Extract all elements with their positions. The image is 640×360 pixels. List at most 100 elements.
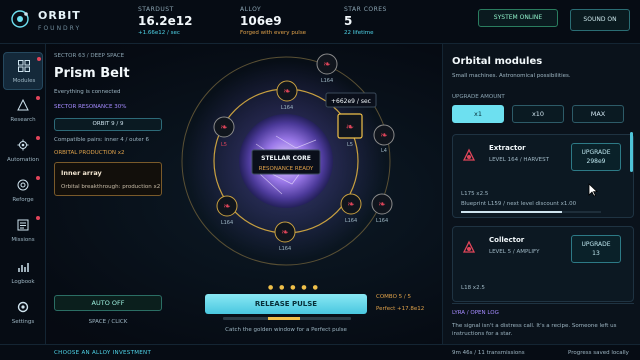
sector-title: Prism Belt (54, 66, 130, 81)
stat-value: 16.2e12 (138, 14, 193, 28)
triangle-icon (17, 99, 29, 111)
node-label: L164 (321, 78, 333, 84)
footer-bar: CHOOSE AN ALLOY INVESTMENT 9m 46s / 11 t… (0, 344, 640, 360)
save-status: Progress saved locally (568, 350, 629, 356)
node-label: L164 (221, 220, 233, 226)
combo-counter: COMBO 5 / 5 (376, 294, 412, 300)
nav-item-settings[interactable]: Settings (3, 294, 43, 332)
node-label: L5 (347, 142, 353, 148)
module-icon: ❧ (346, 122, 354, 133)
upgrade-cost: 13 (592, 250, 600, 257)
release-pulse-button[interactable]: RELEASE PULSE (205, 294, 367, 314)
sector-status: Everything is connected (54, 89, 121, 95)
node-label: L164 (279, 246, 291, 252)
module-icon: ❧ (283, 87, 291, 97)
pulse-hint: Catch the golden window for a Perfect pu… (225, 327, 347, 333)
nav-item-research[interactable]: Research (3, 92, 43, 130)
stat-alloy: ALLOY 106e9 Forged with every pulse (240, 6, 306, 36)
system-status-badge: SYSTEM ONLINE (478, 9, 558, 27)
brand-name: ORBIT (38, 9, 81, 22)
sector-resonance: SECTOR RESONANCE 30% (54, 104, 127, 110)
stat-star-cores: STAR CORES 5 22 lifetime (344, 6, 387, 36)
node-label: L164 (281, 105, 293, 111)
nav-label: Automation (6, 157, 40, 163)
settings-icon (17, 301, 29, 313)
nav-label: Research (10, 117, 36, 123)
node-label: L164 (345, 218, 357, 224)
sidebar-nav: Modules Research Automation Reforge Miss… (0, 44, 46, 344)
inner-array-text: Orbital breakthrough: production x2 (61, 184, 161, 190)
module-icon: ❧ (347, 200, 355, 210)
module-detail: L175 x2.5 (461, 191, 489, 197)
stat-label: ALLOY (240, 6, 262, 13)
perfect-bonus: Perfect +17.8e12 (376, 306, 425, 312)
extractor-icon (462, 148, 476, 161)
core-title: STELLAR CORE (261, 155, 311, 162)
amount-x1-button[interactable]: x1 (452, 105, 504, 123)
stat-sub: +1.66e12 / sec (138, 30, 180, 36)
node-label: L164 (376, 218, 388, 224)
module-name: Extractor (489, 144, 526, 152)
upgrade-cost: 298e9 (586, 158, 606, 165)
reforge-icon (17, 179, 29, 191)
nav-label: Settings (11, 319, 35, 325)
mouse-cursor-icon (588, 183, 598, 197)
orbit-node[interactable]: ❧ L164 (371, 193, 393, 224)
module-progress-fill (461, 211, 562, 213)
nav-label: Modules (12, 78, 36, 84)
module-icon: ❧ (323, 60, 331, 70)
session-time: 9m 46s / 11 transmissions (452, 350, 525, 356)
alloy-investment-link[interactable]: CHOOSE AN ALLOY INVESTMENT (54, 350, 151, 356)
rate-popup-text: +662e9 / sec (331, 98, 371, 105)
upgrade-label: UPGRADE (581, 149, 611, 156)
nav-item-modules[interactable]: Modules (3, 52, 43, 90)
upgrade-button[interactable]: UPGRADE 13 (571, 235, 621, 263)
stat-sub: Forged with every pulse (240, 30, 307, 36)
alert-dot (36, 216, 40, 220)
panel-scrollbar[interactable] (630, 132, 633, 172)
auto-toggle-button[interactable]: AUTO OFF (54, 295, 162, 311)
sector-view: STELLAR CORE RESONANCE READY ❧ L164 ❧ L1… (46, 44, 442, 344)
lyra-log: LYRA / OPEN LOG The signal isn't a distr… (452, 303, 634, 338)
compat-pairs: Compatible pairs: inner 4 / outer 6 (54, 137, 150, 143)
amount-max-button[interactable]: MAX (572, 105, 624, 123)
top-bar: ORBIT FOUNDRY STARDUST 16.2e12 +1.66e12 … (0, 0, 640, 44)
node-label: L5 (221, 142, 227, 148)
orbit-count-pill: ORBIT 9 / 9 (54, 118, 162, 131)
timing-bar (223, 317, 351, 320)
sound-toggle-button[interactable]: SOUND ON (570, 9, 630, 31)
node-label: L4 (381, 148, 387, 154)
stat-value: 5 (344, 14, 353, 28)
chart-icon (18, 263, 29, 272)
nav-item-automation[interactable]: Automation (3, 132, 43, 170)
orbital-production: ORBITAL PRODUCTION x2 (54, 150, 125, 156)
stat-label: STARDUST (138, 6, 174, 13)
collector-icon (462, 240, 476, 253)
module-level: LEVEL 5 / AMPLIFY (489, 249, 540, 255)
brand-subtitle: FOUNDRY (38, 25, 82, 32)
nav-item-missions[interactable]: Missions (3, 212, 43, 250)
upgrade-button[interactable]: UPGRADE 298e9 (571, 143, 621, 171)
nav-label: Logbook (11, 279, 35, 285)
missions-icon (17, 219, 29, 231)
module-level: LEVEL 164 / HARVEST (489, 157, 549, 163)
module-progress-bar (461, 211, 601, 213)
grid-icon (18, 60, 30, 72)
module-icon: ❧ (281, 228, 289, 238)
nav-label: Reforge (12, 197, 34, 203)
module-blueprint: Blueprint L159 / next level discount x1.… (461, 201, 577, 207)
orbit-foundry-app: ORBIT FOUNDRY STARDUST 16.2e12 +1.66e12 … (0, 0, 640, 360)
stat-sub: 22 lifetime (344, 30, 374, 36)
amount-x10-button[interactable]: x10 (512, 105, 564, 123)
module-card-extractor: Extractor LEVEL 164 / HARVEST UPGRADE 29… (452, 134, 634, 218)
nav-item-reforge[interactable]: Reforge (3, 172, 43, 210)
log-text: The signal isn't a distress call. It's a… (452, 323, 617, 337)
stat-label: STAR CORES (344, 6, 387, 13)
upgrade-amount-label: UPGRADE AMOUNT (452, 94, 505, 100)
panel-title: Orbital modules (452, 56, 543, 67)
core-status: RESONANCE READY (259, 166, 314, 172)
alert-dot (37, 57, 41, 61)
module-detail: L18 x2.5 (461, 285, 485, 291)
nav-item-logbook[interactable]: Logbook (3, 254, 43, 292)
module-card-collector: Collector LEVEL 5 / AMPLIFY UPGRADE 13 L… (452, 226, 634, 302)
